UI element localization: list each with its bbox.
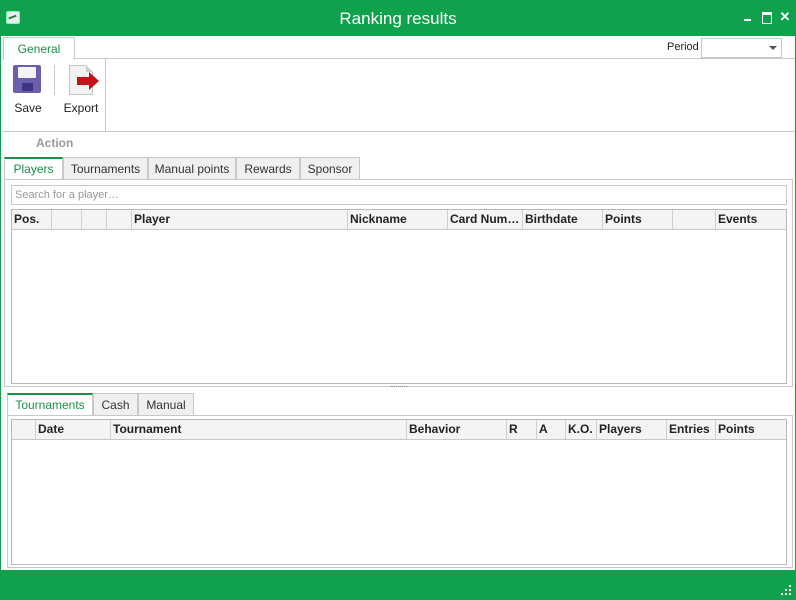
tournaments-grid-header: Date Tournament Behavior R A K.O. Player… (12, 420, 786, 440)
column-header-player[interactable]: Player (132, 210, 348, 229)
tab-cash[interactable]: Cash (93, 393, 138, 416)
close-icon[interactable]: ✕ (778, 10, 792, 24)
ribbon-tab-general[interactable]: General (3, 37, 75, 60)
history-tab-strip: Tournaments Cash Manual (7, 393, 197, 416)
save-button-label: Save (14, 101, 42, 115)
column-header-nickname[interactable]: Nickname (348, 210, 448, 229)
column-header-birthdate[interactable]: Birthdate (523, 210, 603, 229)
title-bar[interactable]: Ranking results ✕ (1, 1, 795, 36)
search-input[interactable]: Search for a player… (11, 185, 787, 205)
column-header-a[interactable]: A (537, 420, 566, 439)
players-grid-header: Pos. Player Nickname Card Num… Birthdate… (12, 210, 786, 230)
tab-manual-points[interactable]: Manual points (148, 157, 236, 180)
ribbon-group-label: Action (36, 136, 74, 150)
column-header-r[interactable]: R (507, 420, 537, 439)
tournaments-grid[interactable]: Date Tournament Behavior R A K.O. Player… (11, 419, 787, 565)
column-header-blank-1[interactable] (52, 210, 82, 229)
period-select[interactable] (701, 38, 782, 58)
window-title: Ranking results (339, 9, 457, 28)
tab-players[interactable]: Players (4, 157, 63, 180)
column-header-behavior[interactable]: Behavior (407, 420, 507, 439)
resize-grip-icon[interactable] (781, 585, 791, 595)
tab-tournaments-history[interactable]: Tournaments (7, 393, 93, 416)
export-button-label: Export (63, 101, 99, 115)
maximize-icon[interactable] (760, 10, 774, 24)
tab-rewards[interactable]: Rewards (236, 157, 300, 180)
save-button[interactable]: Save (9, 63, 47, 119)
column-header-pos[interactable]: Pos. (12, 210, 52, 229)
main-window: Ranking results ✕ General Period Save Ex… (0, 0, 796, 600)
tab-manual[interactable]: Manual (138, 393, 194, 416)
export-button[interactable]: Export (59, 63, 103, 119)
players-grid[interactable]: Pos. Player Nickname Card Num… Birthdate… (11, 209, 787, 384)
minimize-icon[interactable] (741, 10, 755, 24)
column-header-points[interactable]: Points (603, 210, 673, 229)
export-arrow-icon (77, 72, 99, 90)
column-header-card-number[interactable]: Card Num… (448, 210, 523, 229)
column-header-points[interactable]: Points (716, 420, 786, 439)
chevron-down-icon[interactable] (769, 46, 777, 50)
players-tab-strip: Players Tournaments Manual points Reward… (4, 157, 364, 180)
column-header-date[interactable]: Date (36, 420, 111, 439)
ribbon-separator (54, 65, 55, 95)
tab-sponsor[interactable]: Sponsor (300, 157, 360, 180)
panel-splitter[interactable] (391, 386, 407, 388)
column-header-events[interactable]: Events (716, 210, 786, 229)
ribbon-panel: Save Export (3, 59, 795, 132)
ribbon-tab-strip: General Period (3, 37, 795, 60)
column-header-tournament[interactable]: Tournament (111, 420, 407, 439)
ribbon-group-action: Save Export (3, 59, 106, 131)
column-header-blank-3[interactable] (107, 210, 132, 229)
column-header-blank-4[interactable] (673, 210, 716, 229)
floppy-disk-icon (13, 65, 41, 93)
period-label: Period (667, 41, 699, 53)
column-header-blank-2[interactable] (82, 210, 107, 229)
column-header-entries[interactable]: Entries (667, 420, 716, 439)
tab-tournaments[interactable]: Tournaments (63, 157, 148, 180)
status-bar (1, 570, 795, 599)
column-header-ko[interactable]: K.O. (566, 420, 597, 439)
column-header-players[interactable]: Players (597, 420, 667, 439)
column-header-indicator[interactable] (12, 420, 36, 439)
